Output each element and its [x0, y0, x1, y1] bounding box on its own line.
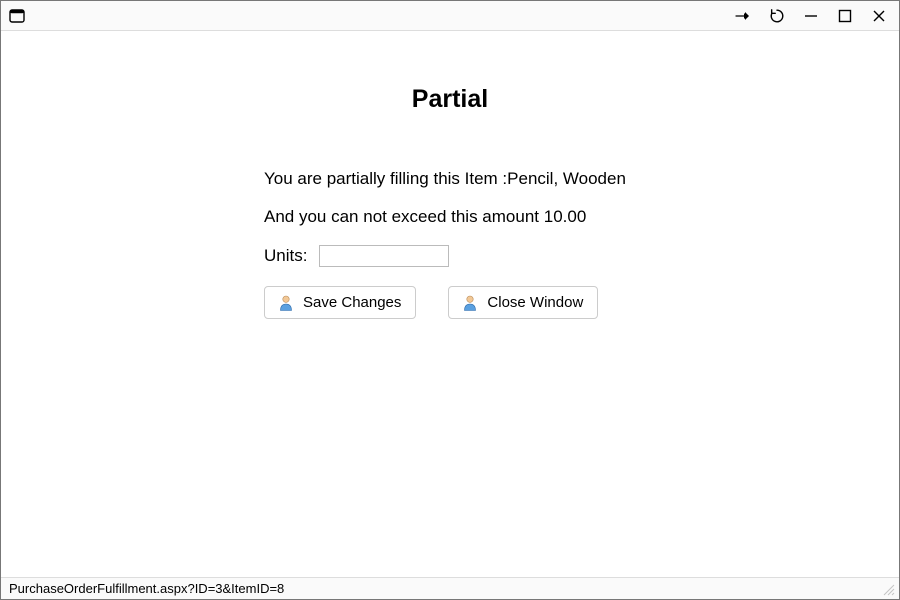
- units-row: Units:: [264, 245, 449, 267]
- maximize-icon[interactable]: [837, 8, 853, 24]
- person-icon: [279, 295, 293, 311]
- close-window-label: Close Window: [487, 294, 583, 311]
- fill-item-text: You are partially filling this Item :Pen…: [264, 169, 626, 189]
- pin-icon[interactable]: [735, 8, 751, 24]
- close-icon[interactable]: [871, 8, 887, 24]
- max-amount-text: And you can not exceed this amount 10.00: [264, 207, 586, 227]
- app-icon: [9, 8, 25, 24]
- refresh-icon[interactable]: [769, 8, 785, 24]
- status-text: PurchaseOrderFulfillment.aspx?ID=3&ItemI…: [9, 581, 284, 596]
- person-icon: [463, 295, 477, 311]
- max-amount-prefix: And you can not exceed this amount: [264, 207, 544, 226]
- units-input[interactable]: [319, 245, 449, 267]
- fill-item-name: Pencil, Wooden: [507, 169, 626, 188]
- content-area: Partial You are partially filling this I…: [1, 31, 899, 577]
- page-title: Partial: [1, 85, 899, 114]
- save-changes-button[interactable]: Save Changes: [264, 286, 416, 319]
- status-bar: PurchaseOrderFulfillment.aspx?ID=3&ItemI…: [1, 577, 899, 599]
- titlebar-right: [735, 8, 893, 24]
- units-label: Units:: [264, 246, 307, 266]
- close-window-button[interactable]: Close Window: [448, 286, 598, 319]
- window-titlebar: [1, 1, 899, 31]
- resize-grip-icon[interactable]: [881, 582, 895, 596]
- button-row: Save Changes Close Window: [264, 286, 598, 319]
- titlebar-left: [9, 8, 25, 24]
- fill-item-prefix: You are partially filling this Item :: [264, 169, 507, 188]
- save-changes-label: Save Changes: [303, 294, 401, 311]
- max-amount-value: 10.00: [544, 207, 587, 226]
- minimize-icon[interactable]: [803, 8, 819, 24]
